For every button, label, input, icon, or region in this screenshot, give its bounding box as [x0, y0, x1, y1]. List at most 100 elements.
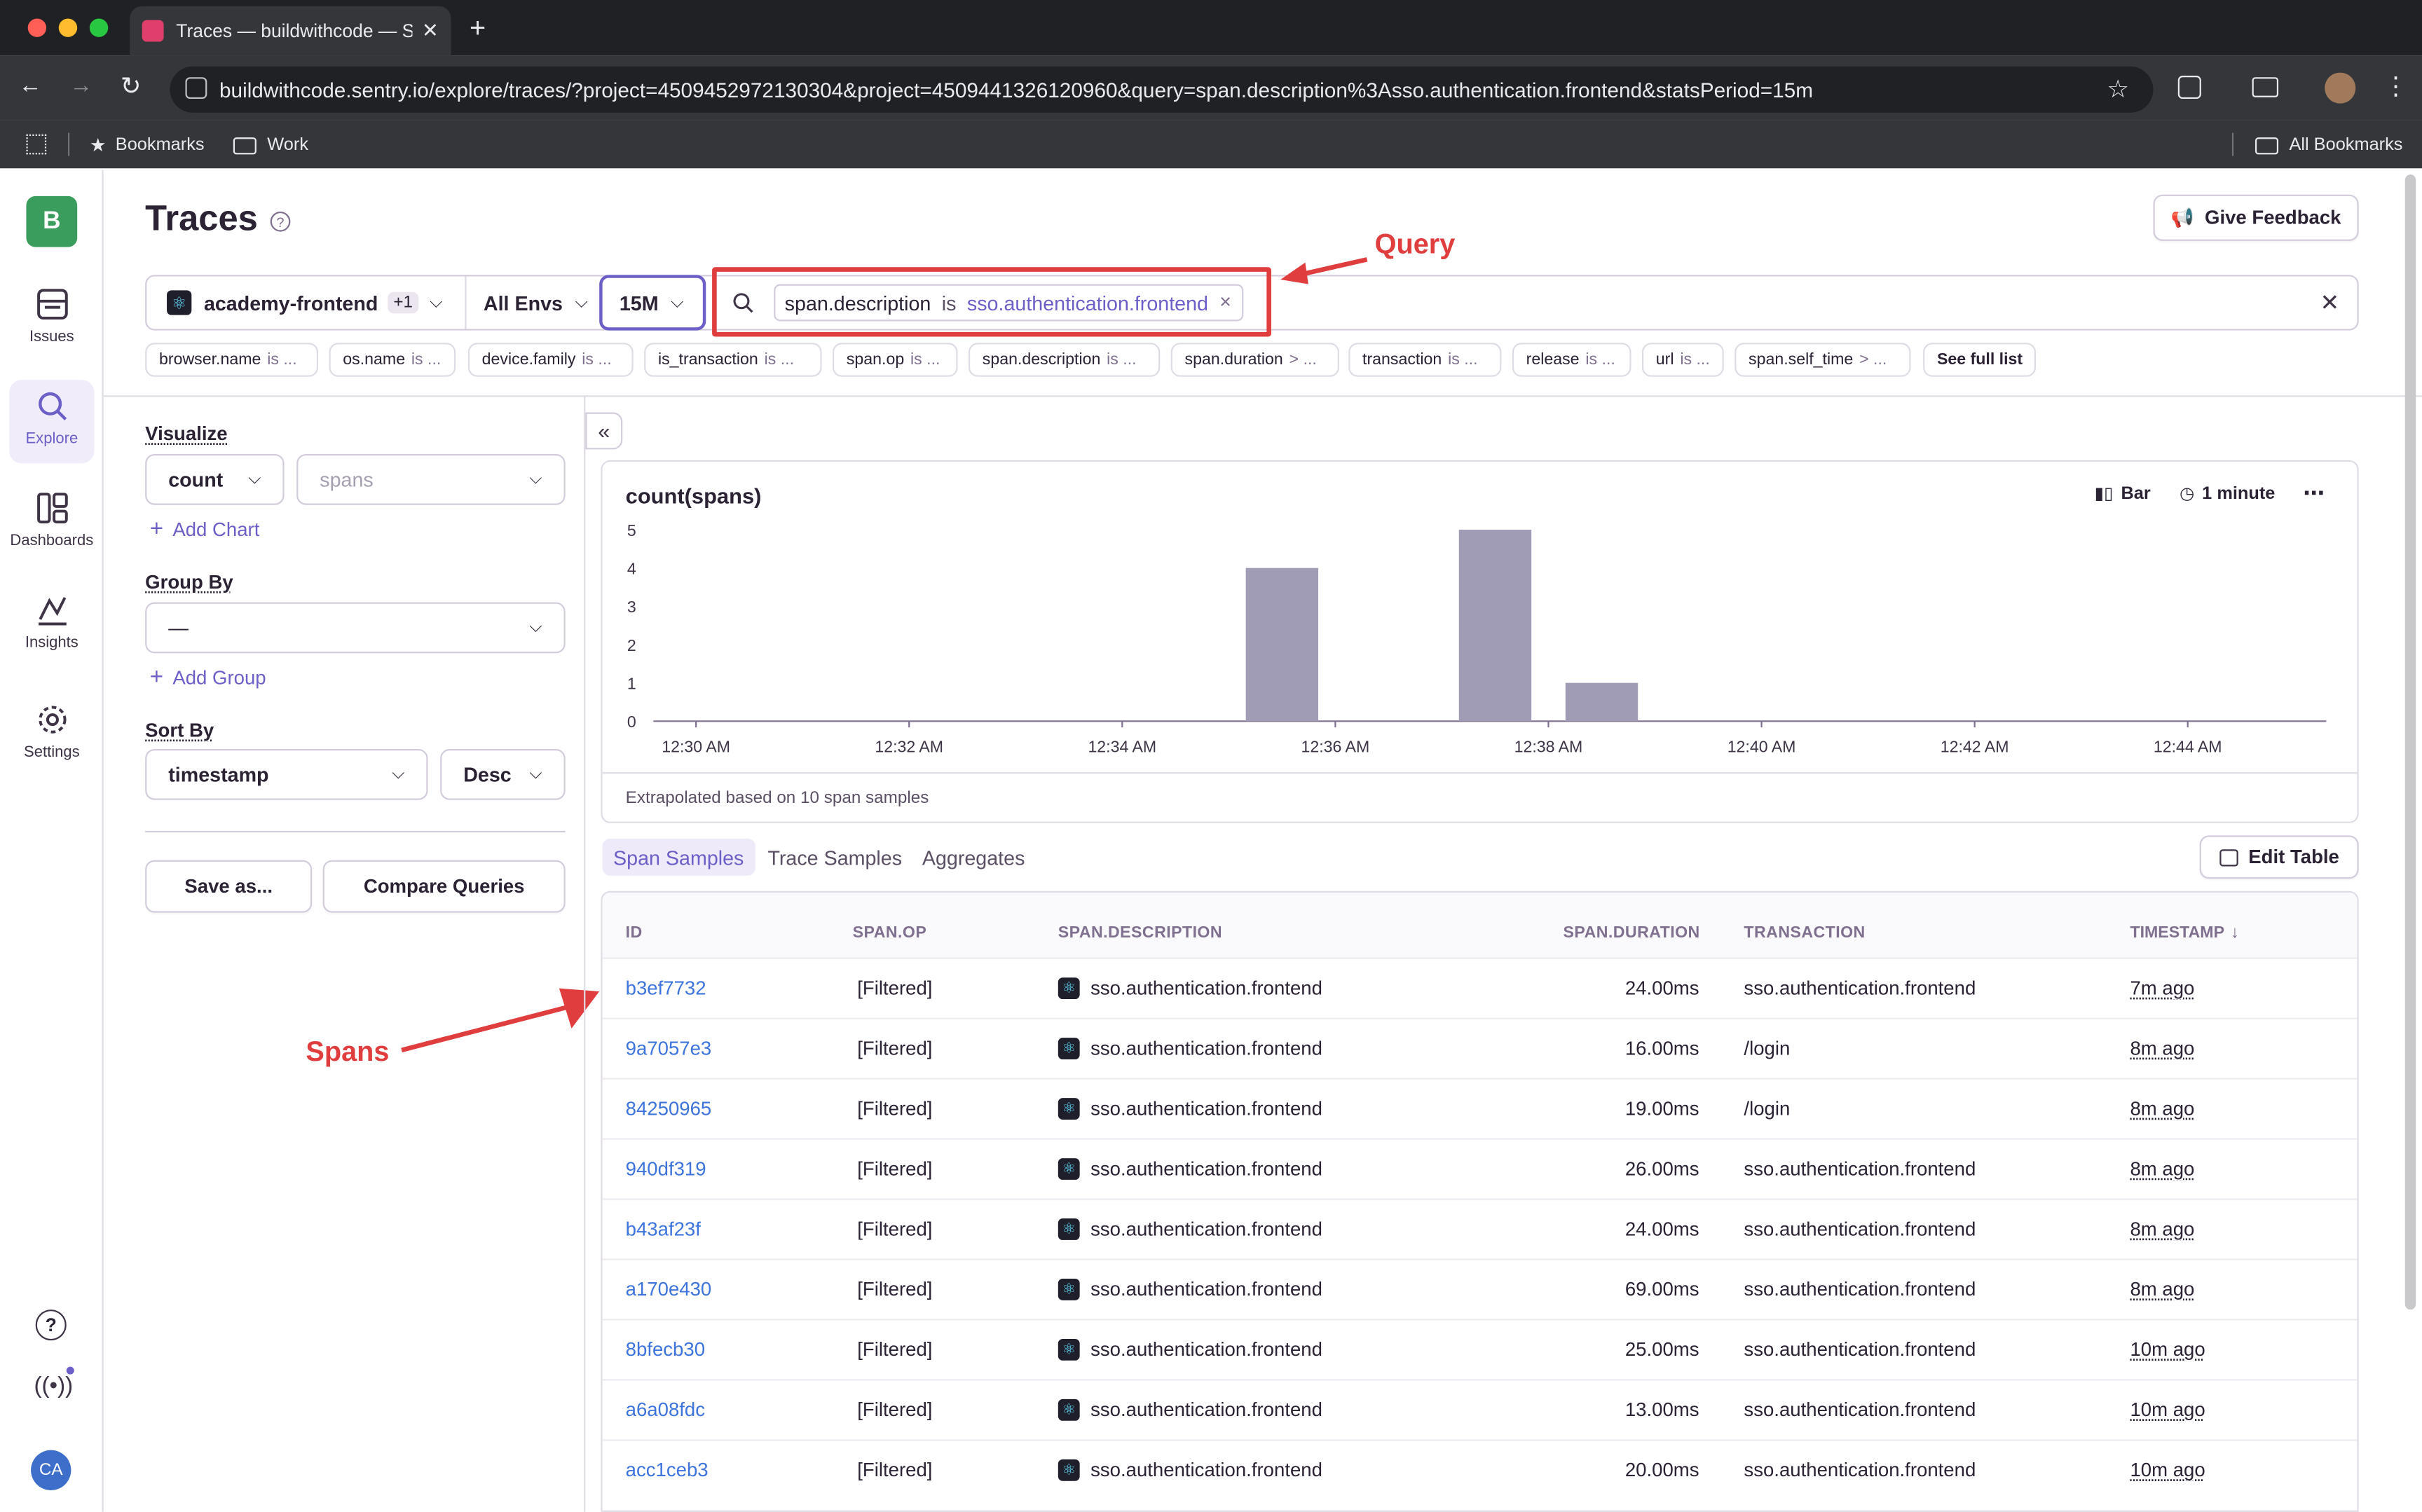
suggestion-key: url [1655, 350, 1674, 369]
sidebar-item-explore[interactable]: Explore [9, 380, 95, 464]
panel-section-divider [145, 830, 566, 833]
org-avatar[interactable]: B [26, 195, 78, 247]
bookmark-item-work[interactable]: Work [233, 130, 308, 160]
reload-icon[interactable]: ↻ [121, 71, 142, 102]
table-row[interactable]: acc1ceb3 [Filtered] sso.authentication.fro… [602, 1439, 2358, 1499]
maximize-window-button[interactable] [89, 18, 109, 37]
span-id-link[interactable]: a6a08fdc [626, 1399, 705, 1421]
suggestion-pill[interactable]: device.family is ... [467, 343, 634, 377]
aggregate-select[interactable]: count ⌵ [145, 454, 285, 505]
minimize-window-button[interactable] [58, 18, 78, 37]
span-id-link[interactable]: acc1ceb3 [626, 1459, 709, 1481]
close-window-button[interactable] [27, 18, 47, 37]
suggestion-pill[interactable]: span.self_time > ... [1735, 343, 1911, 377]
edit-table-button[interactable]: Edit Table [2199, 835, 2359, 879]
span-id-link[interactable]: b3ef7732 [626, 977, 706, 999]
span-description-cell: sso.authentication.frontend [1090, 1459, 1322, 1481]
browser-menu-icon[interactable]: ⋮ [2383, 71, 2408, 102]
save-as-button[interactable]: Save as... [145, 860, 313, 913]
help-icon[interactable]: ? [35, 1310, 67, 1341]
address-bar[interactable]: buildwithcode.sentry.io/explore/traces/?… [170, 66, 2154, 113]
browser-tab[interactable]: Traces — buildwithcode — Se ✕ [130, 6, 451, 56]
back-icon[interactable]: ← [18, 73, 41, 99]
table-row[interactable]: a6a08fdc [Filtered] sso.authentication.fro… [602, 1379, 2358, 1439]
app-root: Traces — buildwithcode — Se ✕ + ← → ↻ bu… [0, 0, 2422, 1512]
react-icon: ⚛ [1058, 1098, 1080, 1120]
x-tick-label: 12:32 AM [875, 737, 943, 755]
timestamp-cell: 8m ago [2130, 1278, 2195, 1300]
sidebar-item-settings[interactable]: Settings [9, 694, 94, 777]
clear-search-icon[interactable]: ✕ [2320, 289, 2340, 316]
sidebar-item-insights[interactable]: Insights [9, 584, 94, 667]
bookmark-item-bookmarks[interactable]: ★ Bookmarks [90, 130, 205, 160]
all-bookmarks[interactable]: All Bookmarks [2255, 130, 2402, 160]
suggestion-pill[interactable]: span.op is ... [833, 343, 958, 377]
tab-aggregates[interactable]: Aggregates [922, 846, 1025, 870]
broadcast-icon[interactable]: ((•)) [34, 1373, 73, 1398]
collapse-panel-button[interactable]: « [585, 412, 623, 450]
table-row[interactable]: 9a7057e3 [Filtered] sso.authentication.fro… [602, 1017, 2358, 1078]
suggestion-pill[interactable]: span.duration > ... [1170, 343, 1339, 377]
span-id-link[interactable]: 940df319 [626, 1158, 706, 1180]
compare-queries-button[interactable]: Compare Queries [322, 860, 566, 913]
user-avatar[interactable]: CA [31, 1450, 71, 1490]
tab-trace-samples[interactable]: Trace Samples [767, 846, 902, 870]
suggestion-key: span.self_time [1749, 350, 1854, 369]
new-tab-icon[interactable]: + [470, 13, 486, 45]
tab-search-icon[interactable] [2252, 77, 2279, 97]
span-id-link[interactable]: b43af23f [626, 1218, 701, 1240]
extensions-icon[interactable] [2177, 76, 2201, 99]
field-select[interactable]: spans ⌵ [296, 454, 566, 505]
span-id-link[interactable]: 84250965 [626, 1098, 712, 1120]
table-row[interactable]: b3ef7732 [Filtered] sso.authentication.fro… [602, 957, 2358, 1018]
suggestion-pill[interactable]: release is ... [1512, 343, 1631, 377]
tab-span-samples[interactable]: Span Samples [602, 838, 755, 876]
suggestion-pill[interactable]: url is ... [1641, 343, 1724, 377]
table-row[interactable]: 8bfecb30 [Filtered] sso.authentication.fro… [602, 1319, 2358, 1379]
page-scrollbar[interactable] [2404, 174, 2416, 1310]
group-by-select[interactable]: — ⌵ [145, 602, 566, 654]
sort-field-select[interactable]: timestamp ⌵ [145, 748, 428, 800]
sidebar-item-dashboards[interactable]: Dashboards [9, 482, 94, 565]
period-selector[interactable]: 15M ⌵ [599, 275, 706, 331]
suggestion-pill[interactable]: transaction is ... [1348, 343, 1502, 377]
chevron-down-icon: ⌵ [529, 764, 542, 783]
timestamp-cell: 8m ago [2130, 1218, 2195, 1240]
bookmark-star-icon[interactable]: ☆ [2107, 74, 2129, 105]
sidebar-item-issues[interactable]: Issues [9, 278, 94, 362]
see-full-list-button[interactable]: See full list [1923, 343, 2037, 377]
tab-label: Aggregates [922, 846, 1025, 870]
column-header-span-duration[interactable]: SPAN.DURATION [1564, 923, 1700, 942]
sort-direction-select[interactable]: Desc ⌵ [440, 748, 566, 800]
forward-icon[interactable]: → [69, 73, 93, 99]
apps-grid-icon[interactable] [26, 134, 47, 155]
suggestion-pill[interactable]: browser.name is ... [145, 343, 319, 377]
span-description-cell: sso.authentication.frontend [1090, 977, 1322, 1000]
environment-selector[interactable]: All Envs ⌵ [484, 275, 588, 330]
close-tab-icon[interactable]: ✕ [422, 18, 439, 43]
add-group-button[interactable]: + Add Group [150, 664, 266, 690]
table-row[interactable]: 84250965 [Filtered] sso.authentication.fro… [602, 1078, 2358, 1138]
give-feedback-button[interactable]: 📢 Give Feedback [2153, 194, 2359, 241]
x-tick-label: 12:34 AM [1088, 737, 1156, 755]
project-selector[interactable]: ⚛ academy-frontend +1 ⌵ [167, 275, 443, 330]
column-header-id[interactable]: ID [626, 923, 643, 942]
add-chart-button[interactable]: + Add Chart [150, 516, 260, 542]
column-header-transaction[interactable]: TRANSACTION [1744, 923, 1865, 942]
title-help-icon[interactable]: ? [270, 211, 291, 232]
column-header-span-op[interactable]: SPAN.OP [853, 923, 927, 942]
column-header-span-description[interactable]: SPAN.DESCRIPTION [1058, 923, 1222, 942]
table-row[interactable]: 940df319 [Filtered] sso.authentication.fro… [602, 1138, 2358, 1198]
column-header-timestamp[interactable]: TIMESTAMP ↓ [2130, 923, 2239, 942]
profile-avatar[interactable] [2325, 72, 2356, 104]
site-info-icon[interactable] [185, 77, 207, 99]
table-row[interactable]: a170e430 [Filtered] sso.authentication.fro… [602, 1258, 2358, 1319]
suggestion-pill[interactable]: is_transaction is ... [644, 343, 822, 377]
megaphone-icon: 📢 [2170, 207, 2194, 229]
span-id-link[interactable]: 9a7057e3 [626, 1038, 712, 1059]
span-id-link[interactable]: 8bfecb30 [626, 1339, 705, 1361]
suggestion-pill[interactable]: os.name is ... [329, 343, 456, 377]
span-id-link[interactable]: a170e430 [626, 1279, 712, 1300]
table-row[interactable]: b43af23f [Filtered] sso.authentication.fro… [602, 1198, 2358, 1258]
suggestion-pill[interactable]: span.description is ... [968, 343, 1161, 377]
